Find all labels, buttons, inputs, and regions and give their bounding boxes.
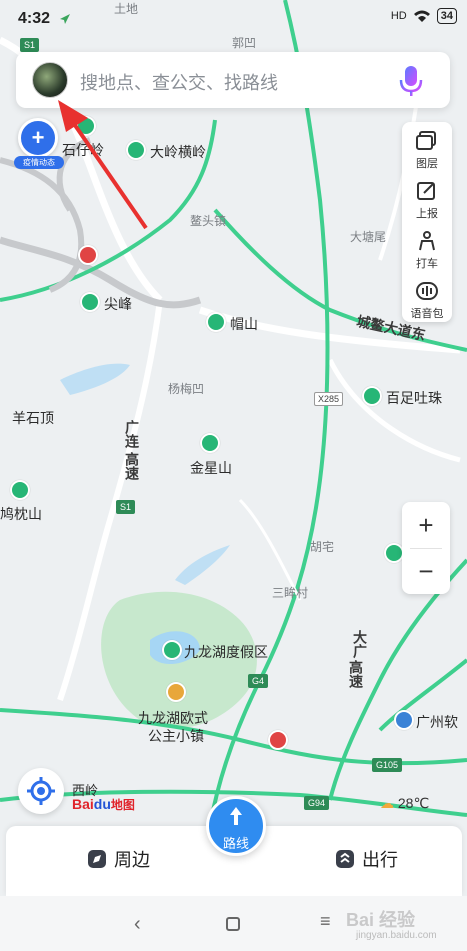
map-label: 广州软 bbox=[416, 714, 458, 730]
map-label: 广连 bbox=[124, 420, 140, 448]
mountain-poi-icon[interactable] bbox=[362, 386, 382, 406]
weather-widget[interactable]: ☁ 28℃ bbox=[380, 795, 429, 812]
sun-cloud-icon: ☁ bbox=[380, 795, 394, 811]
shield-plus-icon: + bbox=[18, 118, 58, 158]
layers-button[interactable]: 图层 bbox=[402, 124, 452, 172]
locate-icon bbox=[27, 777, 55, 805]
mountain-poi-icon[interactable] bbox=[206, 312, 226, 332]
status-icons: HD 34 bbox=[391, 8, 457, 24]
wifi-icon bbox=[413, 10, 430, 22]
map-label: 帽山 bbox=[230, 316, 258, 332]
trip-icon bbox=[336, 850, 354, 868]
map-label: 大塘尾 bbox=[350, 230, 387, 244]
zoom-control: + − bbox=[402, 502, 450, 594]
status-time: 4:32 bbox=[18, 10, 51, 27]
map-label: 大广 bbox=[352, 630, 368, 658]
taxi-button[interactable]: 打车 bbox=[402, 224, 452, 272]
mountain-poi-icon[interactable] bbox=[10, 480, 30, 500]
logo-text: Bai bbox=[72, 796, 94, 812]
epidemic-button[interactable]: + 疫情动态 bbox=[14, 118, 64, 169]
no-entry-icon bbox=[78, 245, 98, 265]
tool-label: 语音包 bbox=[410, 308, 444, 320]
map-label: 杨梅凹 bbox=[168, 382, 205, 396]
locate-button[interactable] bbox=[18, 768, 64, 814]
zoom-in-button[interactable]: + bbox=[402, 502, 450, 548]
home-icon[interactable] bbox=[226, 917, 240, 931]
baidu-logo: Baidu地图 bbox=[72, 796, 135, 813]
search-input[interactable]: 搜地点、查公交、找路线 bbox=[80, 69, 278, 95]
camera-icon bbox=[268, 730, 288, 750]
map-label: 高速 bbox=[124, 452, 140, 480]
report-icon bbox=[417, 182, 435, 200]
compass-icon bbox=[88, 850, 106, 868]
map-label: 羊石顶 bbox=[12, 410, 54, 426]
road-shield: G94 bbox=[304, 796, 330, 810]
school-poi-icon[interactable] bbox=[394, 710, 414, 730]
mountain-poi-icon[interactable] bbox=[76, 116, 96, 136]
map-label: 鸠枕山 bbox=[0, 506, 42, 522]
layers-icon bbox=[416, 131, 436, 150]
map-label: 九龙湖度假区 bbox=[184, 644, 268, 660]
resort-poi-icon[interactable] bbox=[162, 640, 182, 660]
avatar[interactable] bbox=[32, 62, 68, 98]
nearby-button[interactable]: 周边 bbox=[86, 846, 150, 872]
menu-icon[interactable]: ≡ bbox=[320, 911, 331, 932]
road-shield: G105 bbox=[372, 758, 403, 772]
map-label: 郭凹 bbox=[232, 36, 257, 50]
route-button[interactable]: 路线 bbox=[206, 796, 266, 856]
map-label: 九龙湖欧式 bbox=[138, 710, 208, 726]
map-label: 三眸村 bbox=[272, 586, 309, 600]
map-label: 金星山 bbox=[190, 460, 232, 476]
trip-button[interactable]: 出行 bbox=[334, 846, 398, 872]
tool-label: 打车 bbox=[416, 258, 438, 270]
route-label: 路线 bbox=[222, 836, 249, 851]
trip-label: 出行 bbox=[362, 850, 398, 870]
nearby-label: 周边 bbox=[114, 850, 150, 870]
microphone-icon[interactable] bbox=[398, 65, 424, 97]
tool-label: 上报 bbox=[416, 208, 438, 220]
logo-text: du bbox=[93, 796, 111, 812]
landmark-poi-icon[interactable] bbox=[166, 682, 186, 702]
map-label: 百足吐珠 bbox=[386, 390, 442, 406]
weather-temp: 28℃ bbox=[397, 795, 430, 811]
battery-icon: 34 bbox=[436, 8, 457, 24]
epidemic-label: 疫情动态 bbox=[14, 156, 64, 169]
taxi-icon bbox=[419, 231, 435, 251]
mountain-poi-icon[interactable] bbox=[80, 292, 100, 312]
voice-pack-icon bbox=[416, 282, 438, 300]
bottom-bar: 周边 路线 出行 bbox=[6, 796, 462, 896]
logo-text: 地图 bbox=[110, 798, 135, 812]
map-label: 大岭横岭 bbox=[150, 144, 206, 160]
map-label: 公主小镇 bbox=[148, 728, 204, 744]
map-label: 高速 bbox=[348, 660, 364, 688]
mountain-poi-icon[interactable] bbox=[384, 543, 404, 563]
tool-panel: 图层 上报 打车 语音包 bbox=[402, 122, 452, 322]
map-label: 鳌头镇 bbox=[190, 214, 227, 228]
search-bar[interactable]: 搜地点、查公交、找路线 bbox=[16, 52, 450, 108]
map-label: 石仔岭 bbox=[62, 142, 104, 158]
location-arrow-icon bbox=[60, 14, 70, 24]
watermark-url: jingyan.baidu.com bbox=[356, 930, 437, 941]
map-label: 胡宅 bbox=[310, 540, 335, 554]
zoom-out-button[interactable]: − bbox=[402, 548, 450, 594]
route-arrow-icon bbox=[230, 807, 242, 825]
watermark: Bai 经验 bbox=[346, 910, 416, 930]
mountain-poi-icon[interactable] bbox=[200, 433, 220, 453]
signal-icon: HD bbox=[390, 10, 407, 22]
tool-label: 图层 bbox=[416, 158, 438, 170]
road-shield: G4 bbox=[248, 674, 269, 688]
road-shield: X285 bbox=[314, 392, 344, 406]
road-shield: S1 bbox=[116, 500, 136, 514]
voice-pack-button[interactable]: 语音包 bbox=[402, 274, 452, 322]
report-button[interactable]: 上报 bbox=[402, 174, 452, 222]
mountain-poi-icon[interactable] bbox=[126, 140, 146, 160]
map-label: 尖峰 bbox=[104, 296, 132, 312]
status-bar: 4:32 HD 34 bbox=[0, 0, 467, 36]
back-icon[interactable]: ‹ bbox=[134, 913, 141, 936]
road-shield: S1 bbox=[20, 38, 40, 52]
